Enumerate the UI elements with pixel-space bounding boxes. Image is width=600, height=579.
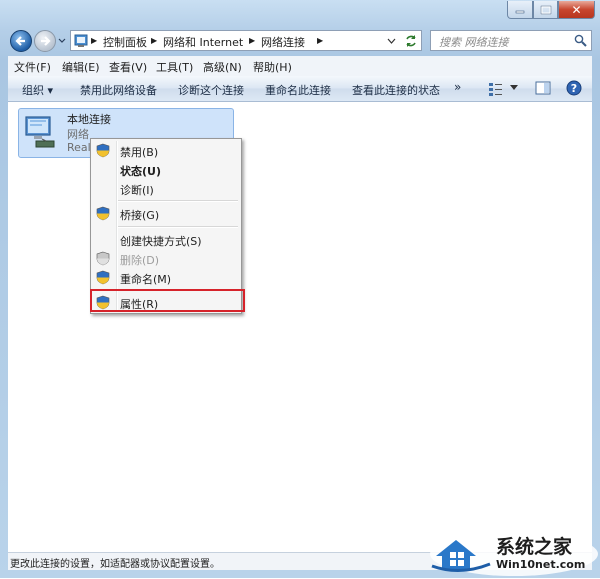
menu-separator [118, 200, 238, 202]
view-status-button[interactable]: 查看此连接的状态 [352, 82, 440, 98]
menu-bar: 文件(F) 编辑(E) 查看(V) 工具(T) 高级(N) 帮助(H) [8, 56, 592, 76]
uac-shield-icon [96, 270, 110, 288]
search-input[interactable]: 搜索 网络连接 [430, 30, 592, 51]
chevron-down-icon[interactable] [387, 37, 396, 45]
organize-button[interactable]: 组织 ▾ [22, 82, 53, 98]
connection-name: 本地连接 [67, 113, 111, 126]
menu-item-diagnose[interactable]: 诊断(I) [91, 179, 241, 198]
menu-item-rename[interactable]: 重命名(M) [91, 268, 241, 287]
search-icon[interactable] [574, 34, 587, 47]
rename-button[interactable]: 重命名此连接 [265, 82, 331, 98]
menu-item-label: 桥接(G) [120, 209, 160, 222]
properties-highlight-box [90, 289, 245, 312]
status-text: 更改此连接的设置，如适配器或协议配置设置。 [10, 559, 220, 570]
uac-shield-icon [96, 206, 110, 221]
menu-item-label: 创建快捷方式(S) [120, 235, 202, 248]
control-panel-icon [74, 34, 88, 47]
connection-network: 网络 [67, 128, 89, 141]
menu-item-label: 禁用(B) [120, 146, 159, 159]
preview-pane-icon[interactable] [535, 81, 551, 96]
menu-view[interactable]: 查看(V) [109, 59, 147, 75]
close-button[interactable]: ✕ [558, 1, 595, 19]
menu-item-label: 状态(U) [120, 165, 161, 178]
breadcrumb-arrow-icon[interactable]: ▶ [91, 36, 97, 45]
maximize-button[interactable] [533, 1, 558, 19]
back-button[interactable] [10, 30, 32, 52]
uac-shield-icon [96, 206, 110, 224]
menu-item-status[interactable]: 状态(U) [91, 160, 241, 179]
breadcrumb-arrow-icon[interactable]: ▶ [317, 36, 323, 45]
network-adapter-icon [25, 116, 55, 148]
uac-shield-icon [96, 270, 110, 285]
menu-advanced[interactable]: 高级(N) [203, 59, 242, 75]
minimize-icon [515, 10, 525, 13]
menu-item-delete: 删除(D) [91, 249, 241, 268]
command-bar: 组织 ▾ 禁用此网络设备 诊断这个连接 重命名此连接 查看此连接的状态 » ? [8, 76, 592, 102]
menu-item-label: 重命名(M) [120, 273, 172, 286]
maximize-icon [540, 5, 551, 14]
site-watermark-logo: 系统之家 Win10net.com [430, 526, 598, 576]
menu-separator [118, 226, 238, 228]
breadcrumb-arrow-icon[interactable]: ▶ [249, 36, 255, 45]
svg-text:?: ? [571, 82, 577, 95]
breadcrumb-network-connections[interactable]: 网络连接 [261, 34, 305, 50]
watermark-url: Win10net.com [496, 558, 586, 571]
menu-tools[interactable]: 工具(T) [156, 59, 193, 75]
menu-help[interactable]: 帮助(H) [253, 59, 292, 75]
chevron-down-icon[interactable] [510, 85, 518, 91]
menu-item-label: 诊断(I) [120, 184, 154, 197]
watermark-title: 系统之家 [496, 536, 573, 558]
uac-shield-icon [96, 251, 110, 269]
menu-item-bridge[interactable]: 桥接(G) [91, 204, 241, 223]
disable-device-button[interactable]: 禁用此网络设备 [80, 82, 157, 98]
diagnose-button[interactable]: 诊断这个连接 [178, 82, 244, 98]
breadcrumb-arrow-icon[interactable]: ▶ [151, 36, 157, 45]
forward-button[interactable] [34, 30, 56, 52]
chevron-down-icon [58, 38, 66, 43]
arrow-left-icon [15, 36, 25, 46]
minimize-button[interactable] [507, 1, 533, 19]
close-icon: ✕ [571, 2, 582, 17]
recent-pages-dropdown[interactable] [58, 36, 66, 46]
arrow-right-icon [41, 36, 51, 46]
change-view-icon[interactable] [488, 81, 504, 97]
address-bar[interactable]: ▶ 控制面板 ▶ 网络和 Internet ▶ 网络连接 ▶ [70, 30, 422, 51]
context-menu: 禁用(B) 状态(U) 诊断(I) 桥接(G) 创建快捷方式(S) 删除(D) 重命名(M)… [90, 138, 242, 314]
refresh-icon[interactable] [404, 34, 418, 48]
uac-shield-icon [96, 143, 110, 158]
more-commands-button[interactable]: » [454, 80, 461, 94]
search-placeholder: 搜索 网络连接 [439, 36, 509, 49]
menu-item-label: 删除(D) [120, 254, 160, 267]
help-icon[interactable]: ? [566, 80, 582, 96]
uac-shield-icon [96, 251, 110, 266]
breadcrumb-control-panel[interactable]: 控制面板 [103, 34, 147, 50]
breadcrumb-network-internet[interactable]: 网络和 Internet [163, 34, 243, 50]
menu-item-disable[interactable]: 禁用(B) [91, 141, 241, 160]
menu-edit[interactable]: 编辑(E) [62, 59, 100, 75]
uac-shield-icon [96, 143, 110, 161]
menu-item-create-shortcut[interactable]: 创建快捷方式(S) [91, 230, 241, 249]
menu-file[interactable]: 文件(F) [14, 59, 51, 75]
